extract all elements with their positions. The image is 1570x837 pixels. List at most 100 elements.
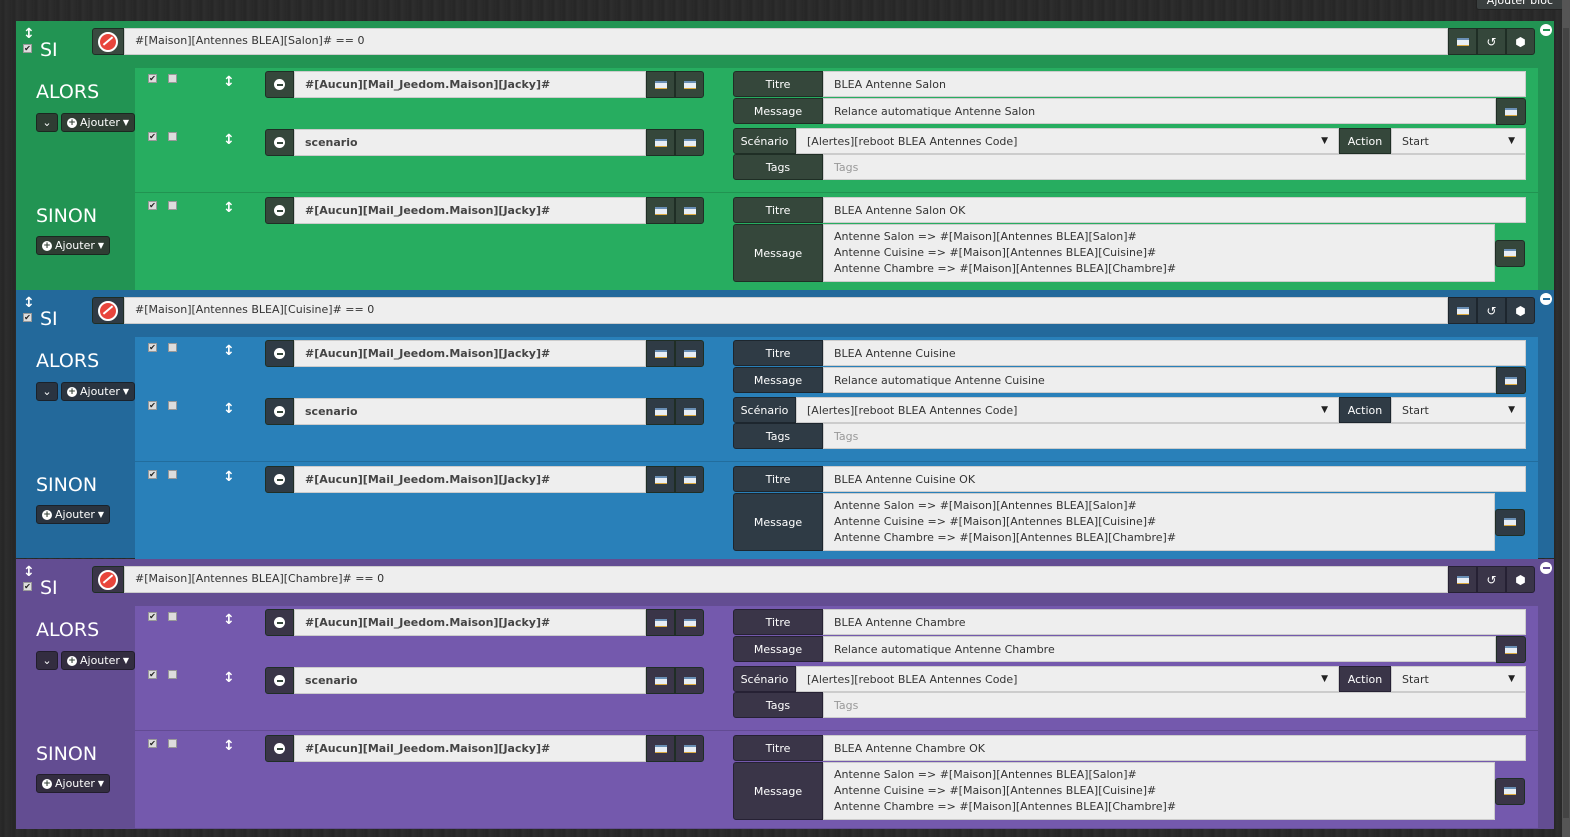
select-command-button[interactable] [675,667,704,694]
remove-action-button[interactable] [265,129,294,156]
select-command-button[interactable] [675,197,704,224]
action-enable-checkbox[interactable] [148,132,157,141]
condition-input[interactable]: #[Maison][Antennes BLEA][Salon]# == 0 [124,28,1448,55]
action-enable-checkbox[interactable] [148,201,157,210]
action-parallel-checkbox[interactable] [168,470,177,479]
action-enable-checkbox[interactable] [148,343,157,352]
select-command-button[interactable] [1448,297,1477,324]
sinon-add-button[interactable]: + Ajouter ▼ [36,774,111,793]
collapse-button[interactable]: ⌄ [36,382,58,401]
select-equipment-button[interactable]: ⬢ [1506,297,1535,324]
remove-action-button[interactable] [265,71,294,98]
block-enable-checkbox[interactable] [23,313,32,322]
select-action-button[interactable] [646,398,675,425]
action-parallel-checkbox[interactable] [168,201,177,210]
move-action-handle[interactable]: ↕ [223,401,235,417]
titre-input[interactable]: BLEA Antenne Salon [823,71,1526,97]
block-enable-checkbox[interactable] [23,44,32,53]
scenario-select[interactable]: [Alertes][reboot BLEA Antennes Code] ▼ [796,666,1339,692]
condition-input[interactable]: #[Maison][Antennes BLEA][Cuisine]# == 0 [124,297,1448,324]
select-command-button[interactable] [675,340,704,367]
action-command-input[interactable]: #[Aucun][Mail_Jeedom.Maison][Jacky]# [294,735,646,762]
action-parallel-checkbox[interactable] [168,401,177,410]
titre-input[interactable]: BLEA Antenne Salon OK [823,197,1526,223]
collapse-button[interactable]: ⌄ [36,113,58,132]
move-block-handle[interactable]: ↕ [23,564,35,580]
message-input[interactable]: Relance automatique Antenne Cuisine [823,367,1496,393]
action-command-input[interactable]: #[Aucun][Mail_Jeedom.Maison][Jacky]# [294,340,646,367]
titre-input[interactable]: BLEA Antenne Cuisine [823,340,1526,366]
action-enable-checkbox[interactable] [148,739,157,748]
sinon-add-button[interactable]: + Ajouter ▼ [36,505,111,524]
select-action-button[interactable] [646,735,675,762]
move-action-handle[interactable]: ↕ [223,612,235,628]
remove-block-icon[interactable] [1540,24,1552,36]
remove-action-button[interactable] [265,609,294,636]
action-parallel-checkbox[interactable] [168,74,177,83]
action-parallel-checkbox[interactable] [168,670,177,679]
action-command-input[interactable]: scenario [294,129,646,156]
action-command-input[interactable]: scenario [294,398,646,425]
message-textarea[interactable]: Antenne Salon => #[Maison][Antennes BLEA… [823,762,1495,820]
move-action-handle[interactable]: ↕ [223,343,235,359]
action-enable-checkbox[interactable] [148,74,157,83]
scrollbar-thumb[interactable] [1563,28,1569,818]
action-enable-checkbox[interactable] [148,670,157,679]
tags-input[interactable]: Tags [823,154,1526,180]
message-select-button[interactable] [1495,239,1525,267]
select-action-button[interactable] [646,71,675,98]
sinon-add-button[interactable]: + Ajouter ▼ [36,236,111,255]
action-enable-checkbox[interactable] [148,470,157,479]
alors-add-button[interactable]: + Ajouter ▼ [61,113,136,132]
select-command-button[interactable] [675,398,704,425]
select-action-button[interactable] [646,129,675,156]
select-scenario-button[interactable]: ↺ [1477,297,1506,324]
message-select-button[interactable] [1496,367,1526,394]
condition-toggle-button[interactable] [92,566,124,593]
select-action-button[interactable] [646,197,675,224]
select-command-button[interactable] [675,735,704,762]
action-command-input[interactable]: #[Aucun][Mail_Jeedom.Maison][Jacky]# [294,71,646,98]
select-command-button[interactable] [675,71,704,98]
action-select[interactable]: Start ▼ [1391,128,1526,154]
action-enable-checkbox[interactable] [148,401,157,410]
action-parallel-checkbox[interactable] [168,132,177,141]
select-scenario-button[interactable]: ↺ [1477,566,1506,593]
action-command-input[interactable]: #[Aucun][Mail_Jeedom.Maison][Jacky]# [294,197,646,224]
alors-add-button[interactable]: + Ajouter ▼ [61,651,136,670]
select-command-button[interactable] [1448,28,1477,55]
select-equipment-button[interactable]: ⬢ [1506,566,1535,593]
move-action-handle[interactable]: ↕ [223,670,235,686]
remove-action-button[interactable] [265,340,294,367]
move-action-handle[interactable]: ↕ [223,738,235,754]
action-parallel-checkbox[interactable] [168,343,177,352]
select-command-button[interactable] [675,609,704,636]
select-action-button[interactable] [646,340,675,367]
tags-input[interactable]: Tags [823,692,1526,718]
action-enable-checkbox[interactable] [148,612,157,621]
select-equipment-button[interactable]: ⬢ [1506,28,1535,55]
message-textarea[interactable]: Antenne Salon => #[Maison][Antennes BLEA… [823,493,1495,551]
move-action-handle[interactable]: ↕ [223,469,235,485]
action-parallel-checkbox[interactable] [168,739,177,748]
scenario-select[interactable]: [Alertes][reboot BLEA Antennes Code] ▼ [796,397,1339,423]
move-action-handle[interactable]: ↕ [223,132,235,148]
scrollbar[interactable] [1562,0,1570,837]
condition-toggle-button[interactable] [92,297,124,324]
action-command-input[interactable]: #[Aucun][Mail_Jeedom.Maison][Jacky]# [294,466,646,493]
remove-action-button[interactable] [265,197,294,224]
add-block-button[interactable]: Ajouter bloc [1475,0,1564,10]
select-action-button[interactable] [646,667,675,694]
move-block-handle[interactable]: ↕ [23,295,35,311]
condition-toggle-button[interactable] [92,28,124,55]
message-textarea[interactable]: Antenne Salon => #[Maison][Antennes BLEA… [823,224,1495,282]
select-action-button[interactable] [646,609,675,636]
message-select-button[interactable] [1496,636,1526,663]
alors-add-button[interactable]: + Ajouter ▼ [61,382,136,401]
action-select[interactable]: Start ▼ [1391,666,1526,692]
titre-input[interactable]: BLEA Antenne Chambre [823,609,1526,635]
message-input[interactable]: Relance automatique Antenne Salon [823,98,1496,124]
block-enable-checkbox[interactable] [23,582,32,591]
action-parallel-checkbox[interactable] [168,612,177,621]
message-input[interactable]: Relance automatique Antenne Chambre [823,636,1496,662]
